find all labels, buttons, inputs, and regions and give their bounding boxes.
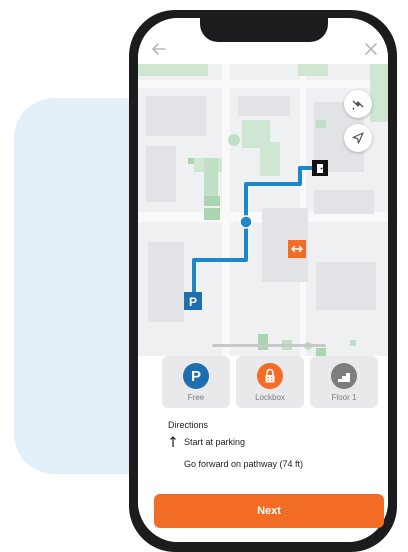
- direction-step-text: Go forward on pathway (74 ft): [184, 459, 304, 469]
- tile-label: Floor 1: [331, 393, 357, 402]
- lockbox-marker-icon[interactable]: [288, 240, 306, 258]
- direction-step-text: Start at parking: [184, 437, 246, 447]
- satellite-toggle[interactable]: [344, 90, 372, 118]
- close-icon: [365, 43, 377, 55]
- parking-icon: P: [183, 363, 209, 389]
- tile-floor[interactable]: Floor 1: [310, 356, 378, 408]
- sheet-drag-handle[interactable]: [212, 344, 326, 347]
- tile-parking[interactable]: P Free: [162, 356, 230, 408]
- back-button[interactable]: [148, 38, 170, 60]
- direction-step[interactable]: Go forward on pathway (74 ft): [184, 459, 303, 469]
- parking-marker[interactable]: P: [184, 292, 202, 310]
- tile-label: Lockbox: [255, 393, 285, 402]
- app-screen: P P Free Lockbox Floor 1 Directions Star…: [138, 18, 388, 542]
- parking-marker-label: P: [189, 295, 197, 309]
- recenter-button[interactable]: [344, 124, 372, 152]
- map-view[interactable]: P: [138, 62, 388, 356]
- up-down-arrow-icon: [170, 436, 176, 447]
- location-arrow-icon: [352, 132, 364, 144]
- directions-title: Directions: [168, 420, 209, 430]
- satellite-icon: [352, 100, 364, 110]
- current-location-dot: [239, 215, 253, 229]
- tile-label: Free: [187, 393, 205, 402]
- next-button[interactable]: Next: [154, 494, 384, 528]
- tile-lockbox[interactable]: Lockbox: [236, 356, 304, 408]
- direction-step[interactable]: Start at parking: [168, 436, 245, 448]
- parking-icon-glyph: P: [190, 367, 201, 385]
- lockbox-icon: [257, 363, 283, 389]
- phone-notch: [200, 10, 328, 42]
- close-button[interactable]: [360, 38, 382, 60]
- door-icon[interactable]: [312, 160, 328, 176]
- stairs-icon: [331, 363, 357, 389]
- arrow-left-icon: [152, 43, 166, 55]
